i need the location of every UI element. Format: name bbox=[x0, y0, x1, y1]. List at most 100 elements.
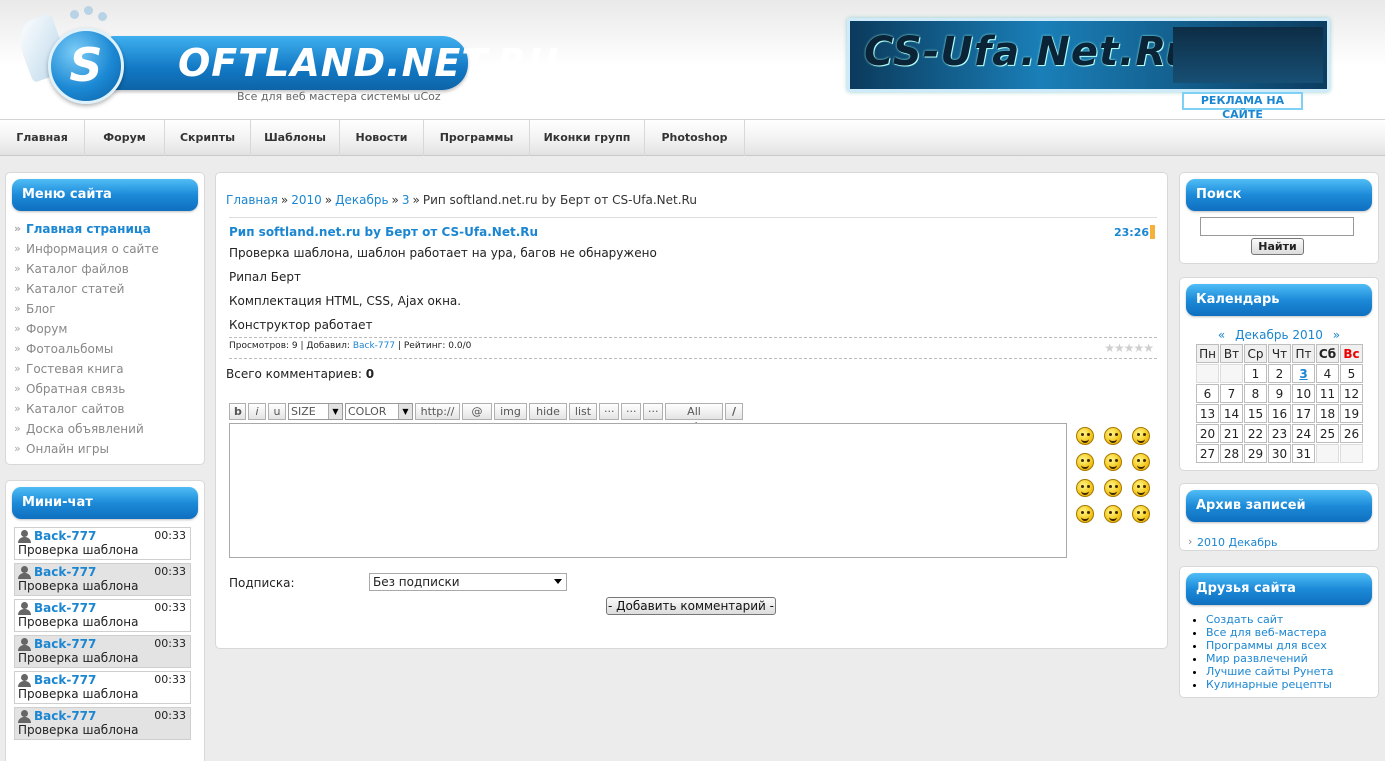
friend-link[interactable]: Кулинарные рецепты bbox=[1206, 678, 1334, 691]
rating-stars[interactable]: ★★★★★ bbox=[1104, 341, 1154, 355]
site-menu-item[interactable]: Каталог статей bbox=[14, 279, 159, 299]
breadcrumb-month[interactable]: Декабрь bbox=[335, 193, 388, 207]
entry-added-label: Добавил: bbox=[306, 341, 350, 351]
comments-total-label: Всего комментариев: bbox=[226, 367, 362, 381]
hide-button[interactable]: hide bbox=[529, 403, 567, 420]
angry-smile-icon[interactable] bbox=[1076, 427, 1094, 445]
close-tags-button[interactable]: / bbox=[725, 403, 743, 420]
calendar-day: 30 bbox=[1268, 444, 1291, 463]
friend-link[interactable]: Мир развлечений bbox=[1206, 652, 1334, 665]
user-icon bbox=[18, 638, 31, 651]
size-select-label: SIZE bbox=[291, 405, 316, 418]
wink-smile-icon[interactable] bbox=[1132, 453, 1150, 471]
calendar-day: 21 bbox=[1220, 424, 1243, 443]
bold-button[interactable]: b bbox=[229, 403, 246, 420]
chat-message: Back-777 00:33 Проверка шаблона bbox=[14, 527, 191, 560]
surprised-smile-icon[interactable] bbox=[1132, 479, 1150, 497]
cool-smile-icon[interactable] bbox=[1132, 427, 1150, 445]
breadcrumb-day[interactable]: 3 bbox=[402, 193, 410, 207]
nav-item[interactable]: Photoshop bbox=[645, 120, 745, 156]
happy-smile-icon[interactable] bbox=[1104, 453, 1122, 471]
entry-author[interactable]: Back-777 bbox=[353, 341, 395, 351]
chat-text: Проверка шаблона bbox=[18, 579, 139, 593]
entry-paragraph: Рипал Берт bbox=[229, 270, 301, 284]
nav-item[interactable]: Шаблоны bbox=[251, 120, 340, 156]
calendar-month[interactable]: Декабрь 2010 bbox=[1235, 328, 1323, 342]
code-button[interactable]: ··· bbox=[621, 403, 641, 420]
friend-link[interactable]: Создать сайт bbox=[1206, 613, 1334, 626]
friend-link[interactable]: Программы для всех bbox=[1206, 639, 1334, 652]
calendar-prev[interactable]: « bbox=[1218, 328, 1225, 342]
site-menu-item[interactable]: Обратная связь bbox=[14, 379, 159, 399]
user-icon bbox=[18, 566, 31, 579]
nav-item[interactable]: Скрипты bbox=[165, 120, 251, 156]
breadcrumb-home[interactable]: Главная bbox=[226, 193, 278, 207]
nav-item[interactable]: Форум bbox=[85, 120, 165, 156]
entry-title[interactable]: Рип softland.net.ru by Берт от CS-Ufa.Ne… bbox=[229, 225, 538, 239]
calendar-next[interactable]: » bbox=[1333, 328, 1340, 342]
minichat-panel: Мини-чат Back-777 00:33 Проверка шаблона Ba… bbox=[5, 480, 205, 761]
friend-link[interactable]: Лучшие сайты Рунета bbox=[1206, 665, 1334, 678]
spoiler-button[interactable]: ··· bbox=[643, 403, 663, 420]
entry-time: 23:26 bbox=[1113, 226, 1149, 239]
site-logo[interactable]: OFTLAND.NET.RU S Все для веб мастера сис… bbox=[12, 6, 558, 110]
confused-smile-icon[interactable] bbox=[1104, 505, 1122, 523]
site-menu-item[interactable]: Онлайн игры bbox=[14, 439, 159, 459]
site-menu-item[interactable]: Блог bbox=[14, 299, 159, 319]
list-button[interactable]: list bbox=[569, 403, 597, 420]
chat-username[interactable]: Back-777 bbox=[34, 673, 96, 687]
email-button[interactable]: @ bbox=[462, 403, 492, 420]
nav-item[interactable]: Иконки групп bbox=[530, 120, 645, 156]
chat-username[interactable]: Back-777 bbox=[34, 709, 96, 723]
sad-smile-icon[interactable] bbox=[1076, 479, 1094, 497]
site-menu-item[interactable]: Доска объявлений bbox=[14, 419, 159, 439]
nav-item[interactable]: Новости bbox=[340, 120, 424, 156]
smile-icon[interactable] bbox=[1104, 479, 1122, 497]
tongue-smile-icon[interactable] bbox=[1076, 505, 1094, 523]
site-menu-item[interactable]: Главная страница bbox=[14, 219, 159, 239]
chat-time: 00:33 bbox=[154, 601, 186, 614]
search-input[interactable] bbox=[1200, 217, 1354, 236]
chevron-down-icon bbox=[554, 579, 562, 588]
chat-text: Проверка шаблона bbox=[18, 543, 139, 557]
site-menu-item[interactable]: Гостевая книга bbox=[14, 359, 159, 379]
nav-item[interactable]: Программы bbox=[424, 120, 530, 156]
chat-username[interactable]: Back-777 bbox=[34, 637, 96, 651]
chat-time: 00:33 bbox=[154, 709, 186, 722]
color-select[interactable]: COLOR ▼ bbox=[345, 403, 413, 420]
add-comment-button[interactable]: - Добавить комментарий - bbox=[606, 597, 776, 615]
site-menu-item[interactable]: Фотоальбомы bbox=[14, 339, 159, 359]
search-button[interactable]: Найти bbox=[1251, 238, 1304, 255]
site-menu-item[interactable]: Информация о сайте bbox=[14, 239, 159, 259]
all-codes-button[interactable]: All codes bbox=[665, 403, 723, 433]
site-menu-item[interactable]: Каталог сайтов bbox=[14, 399, 159, 419]
chat-username[interactable]: Back-777 bbox=[34, 565, 96, 579]
grin-smile-icon[interactable] bbox=[1104, 427, 1122, 445]
quote-button[interactable]: ··· bbox=[599, 403, 619, 420]
url-button[interactable]: http:// bbox=[415, 403, 460, 420]
calendar-day: 11 bbox=[1316, 384, 1339, 403]
subscribe-select[interactable]: Без подписки bbox=[369, 573, 567, 591]
nav-item[interactable]: Главная bbox=[0, 120, 85, 156]
header-banner[interactable]: CS-Ufa.Net.Ru bbox=[847, 18, 1330, 92]
image-button[interactable]: img bbox=[494, 403, 527, 420]
underline-button[interactable]: u bbox=[268, 403, 286, 420]
size-select[interactable]: SIZE ▼ bbox=[288, 403, 343, 420]
site-menu-item[interactable]: Форум bbox=[14, 319, 159, 339]
chat-username[interactable]: Back-777 bbox=[34, 601, 96, 615]
calendar-day: 1 bbox=[1244, 364, 1267, 383]
shock-smile-icon[interactable] bbox=[1076, 453, 1094, 471]
breadcrumb-year[interactable]: 2010 bbox=[291, 193, 322, 207]
chat-text: Проверка шаблона bbox=[18, 687, 139, 701]
archive-item[interactable]: 2010 Декабрь bbox=[1188, 535, 1278, 549]
chat-username[interactable]: Back-777 bbox=[34, 529, 96, 543]
calendar-weekday: Сб bbox=[1316, 344, 1339, 363]
comment-textarea[interactable] bbox=[229, 423, 1067, 558]
site-menu-item[interactable]: Каталог файлов bbox=[14, 259, 159, 279]
advertising-link[interactable]: РЕКЛАМА НА САЙТЕ bbox=[1182, 92, 1303, 121]
italic-button[interactable]: i bbox=[248, 403, 266, 420]
sly-smile-icon[interactable] bbox=[1132, 505, 1150, 523]
chat-time: 00:33 bbox=[154, 529, 186, 542]
friend-link[interactable]: Все для веб-мастера bbox=[1206, 626, 1334, 639]
calendar-day-link[interactable]: 3 bbox=[1292, 364, 1315, 383]
